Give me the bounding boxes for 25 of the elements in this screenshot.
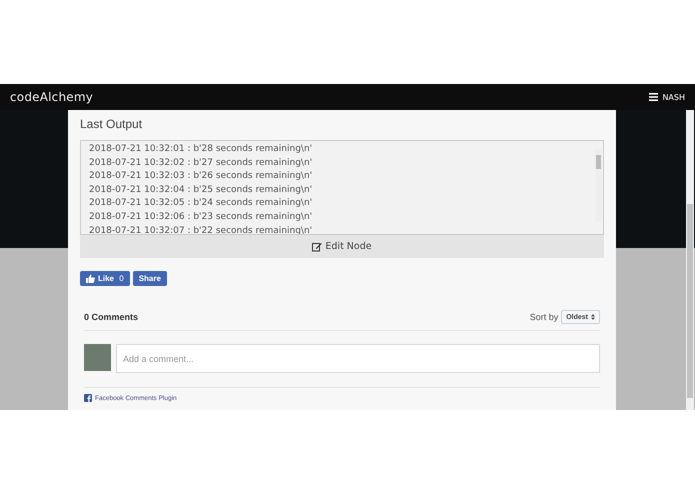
share-button[interactable]: Share <box>132 271 167 286</box>
like-button[interactable]: Like 0 <box>80 271 130 286</box>
log-line: 2018-07-21 10:32:03 : b'26 seconds remaining\n' <box>89 170 314 184</box>
thumbs-up-icon <box>86 274 95 283</box>
scrollbar[interactable] <box>595 149 602 222</box>
log-line: 2018-07-21 10:32:06 : b'23 seconds remaining\n' <box>89 210 314 224</box>
edit-node-button[interactable]: Edit Node <box>80 235 604 258</box>
menu-icon <box>649 93 658 101</box>
page-scrollbar[interactable] <box>686 110 694 410</box>
comment-count: 0 Comments <box>84 312 140 322</box>
updown-icon <box>591 314 595 320</box>
sort-label: Sort by <box>530 312 558 322</box>
log-line: 2018-07-21 10:32:02 : b'27 seconds remaining\n' <box>89 156 314 170</box>
log-line: 2018-07-21 10:32:05 : b'24 seconds remaining\n' <box>89 197 314 210</box>
comment-input[interactable]: Add a comment... <box>116 344 600 373</box>
avatar-placeholder <box>84 344 111 371</box>
facebook-icon <box>84 394 92 402</box>
edit-icon <box>312 242 322 252</box>
brand-logo[interactable]: codeAlchemy <box>10 90 94 104</box>
log-line: 2018-07-21 10:32:04 : b'25 seconds remaining\n' <box>89 184 314 197</box>
card-title: Last Output <box>80 116 144 133</box>
log-output[interactable] <box>80 140 604 235</box>
log-line: 2018-07-21 10:32:07 : b'22 seconds remaining\n' <box>89 224 314 234</box>
menu-button[interactable]: NASH <box>649 92 685 102</box>
log-line: 2018-07-21 10:32:01 : b'28 seconds remaining\n' <box>89 143 314 156</box>
